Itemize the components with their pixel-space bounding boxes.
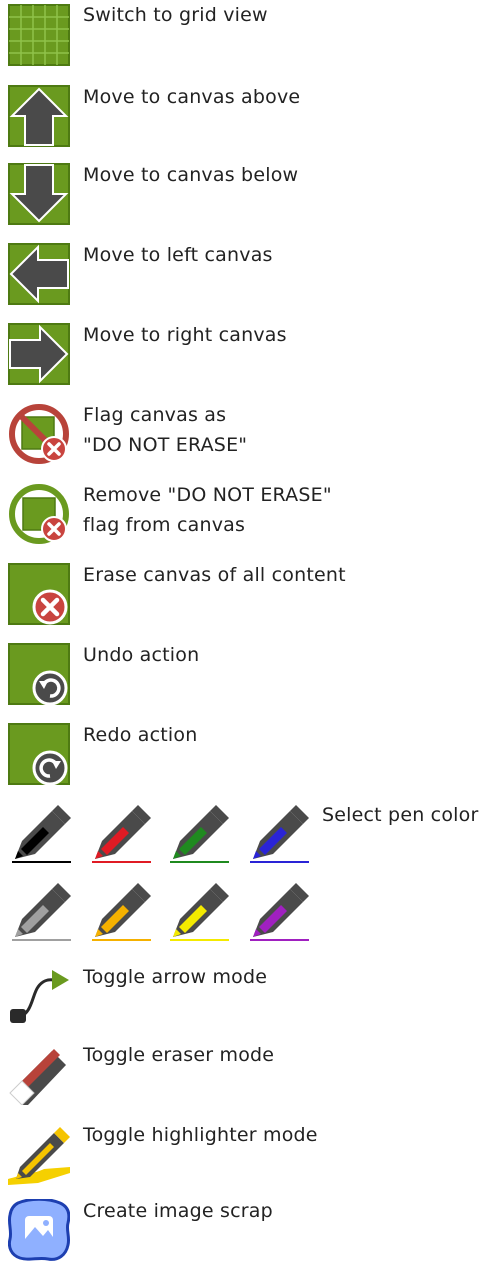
flag-canvas-label-line1: Flag canvas as (83, 404, 227, 426)
pen-purple-icon[interactable] (246, 881, 312, 943)
select-pen-label: Select pen color (322, 804, 479, 826)
image-scrap-icon[interactable] (8, 1199, 70, 1261)
pen-red-icon[interactable] (88, 803, 154, 865)
pen-blue-icon[interactable] (246, 803, 312, 865)
no-erase-flag-icon[interactable] (8, 403, 70, 465)
remove-flag-label-line2: flag from canvas (83, 514, 246, 536)
pen-color-row-2 (0, 878, 492, 946)
pen-yellow-icon[interactable] (166, 881, 232, 943)
pen-green-icon[interactable] (166, 803, 232, 865)
erase-all-label: Erase canvas of all content (83, 564, 346, 586)
remove-flag-label-line1: Remove "DO NOT ERASE" (83, 484, 332, 506)
arrow-up-icon[interactable] (8, 85, 70, 147)
undo-label: Undo action (83, 644, 200, 666)
arrow-left-icon[interactable] (8, 243, 70, 305)
flag-canvas-label: Flag canvas as "DO NOT ERASE" (83, 400, 247, 460)
pen-black-icon[interactable] (8, 803, 74, 865)
flag-canvas-label-line2: "DO NOT ERASE" (83, 434, 248, 456)
eraser-mode-label: Toggle eraser mode (83, 1044, 275, 1066)
grid-view-icon[interactable] (8, 4, 70, 66)
arrow-down-icon[interactable] (8, 163, 70, 225)
arrow-mode-icon[interactable] (8, 965, 70, 1027)
canvas-below-label: Move to canvas below (83, 164, 299, 186)
grid-view-label: Switch to grid view (83, 4, 268, 26)
redo-label: Redo action (83, 724, 198, 746)
remove-flag-label: Remove "DO NOT ERASE" flag from canvas (83, 480, 332, 540)
pen-gray-icon[interactable] (8, 881, 74, 943)
image-scrap-label: Create image scrap (83, 1200, 273, 1222)
arrow-right-icon[interactable] (8, 323, 70, 385)
highlighter-mode-label: Toggle highlighter mode (83, 1124, 318, 1146)
right-canvas-label: Move to right canvas (83, 324, 287, 346)
canvas-above-label: Move to canvas above (83, 86, 301, 108)
erase-canvas-icon[interactable] (8, 563, 70, 625)
pen-color-row-1: Select pen color (0, 800, 492, 868)
arrow-mode-label: Toggle arrow mode (83, 966, 268, 988)
eraser-icon[interactable] (8, 1043, 70, 1105)
undo-icon[interactable] (8, 643, 70, 705)
remove-no-erase-flag-icon[interactable] (8, 483, 70, 545)
pen-orange-icon[interactable] (88, 881, 154, 943)
redo-icon[interactable] (8, 723, 70, 785)
highlighter-icon[interactable] (8, 1123, 70, 1185)
left-canvas-label: Move to left canvas (83, 244, 273, 266)
